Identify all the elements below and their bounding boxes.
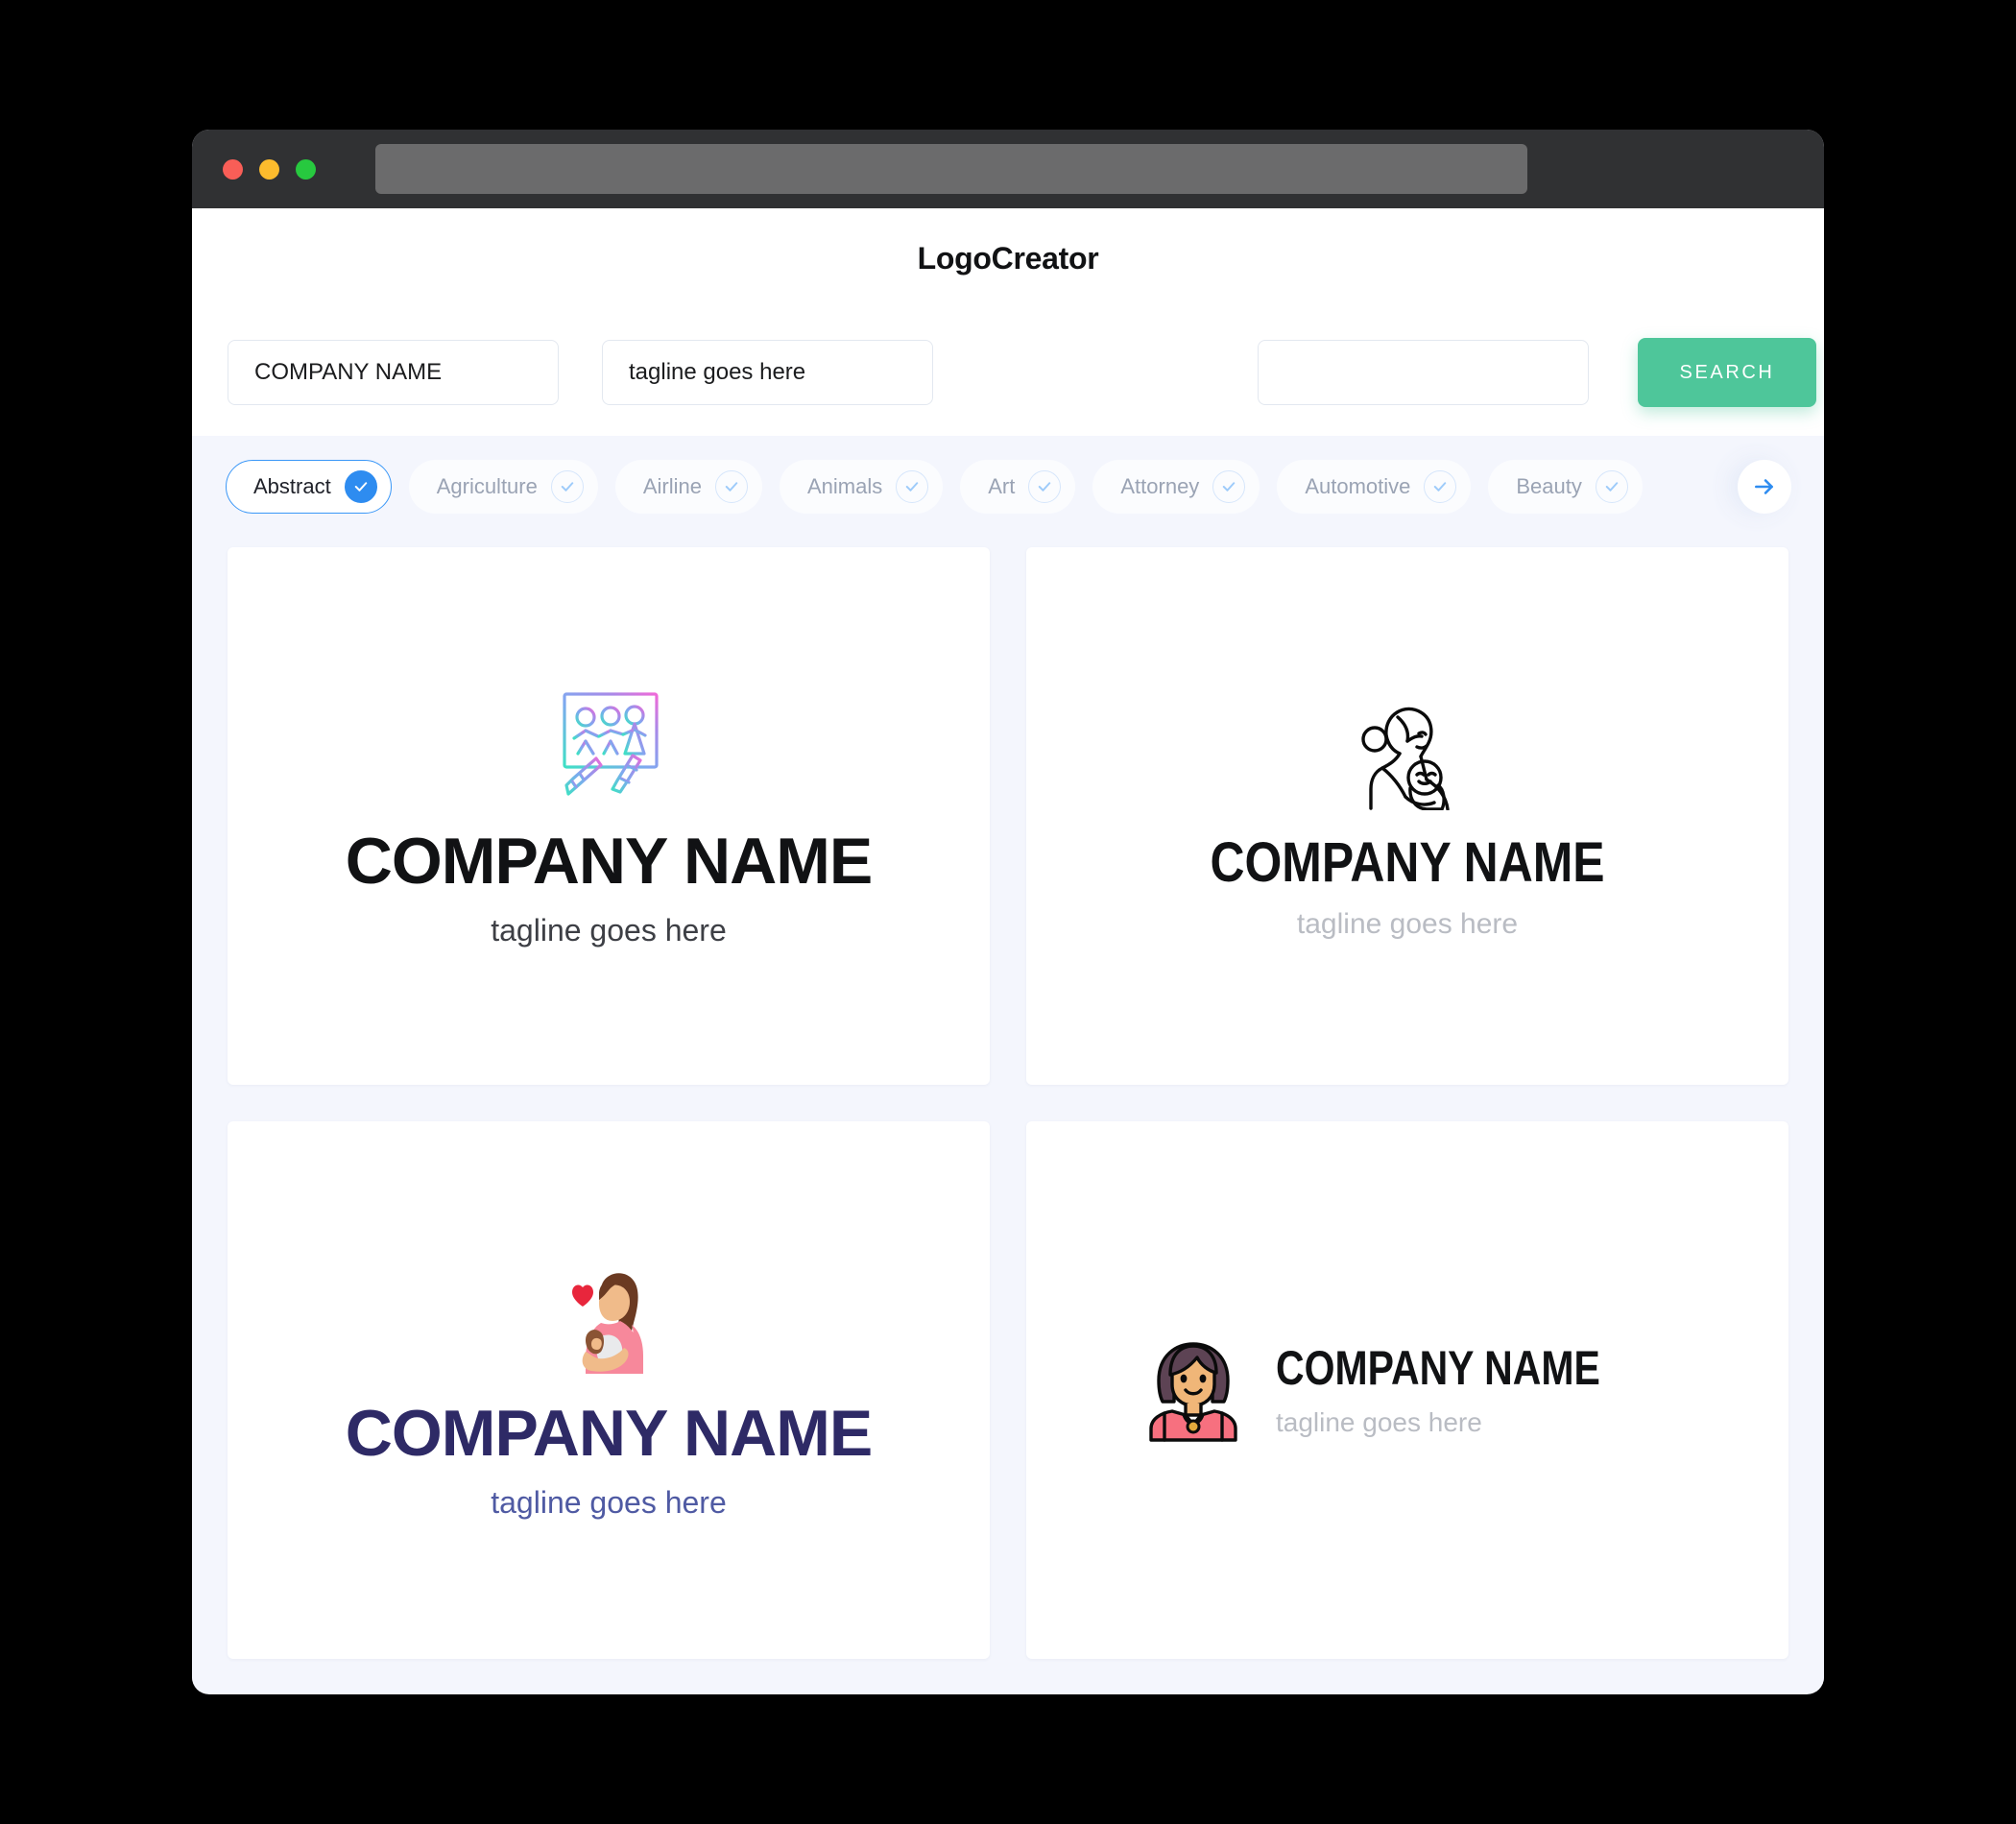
company-name-input[interactable] bbox=[228, 340, 559, 405]
address-bar[interactable] bbox=[375, 144, 1527, 194]
category-chip-automotive[interactable]: Automotive bbox=[1277, 460, 1472, 514]
traffic-light-group bbox=[223, 158, 316, 180]
category-chip-list: Abstract Agriculture Airline Animals Art Atto… bbox=[226, 460, 1660, 514]
arrow-right-icon bbox=[1755, 479, 1773, 494]
check-icon bbox=[1595, 470, 1628, 503]
category-filter-bar: Abstract Agriculture Airline Animals Art Atto… bbox=[192, 436, 1824, 538]
keyword-input[interactable] bbox=[1258, 340, 1589, 405]
tagline-input[interactable] bbox=[602, 340, 933, 405]
check-icon bbox=[1424, 470, 1457, 503]
app-header: LogoCreator bbox=[192, 208, 1824, 309]
woman-avatar-icon bbox=[1149, 1342, 1237, 1442]
category-chip-label: Automotive bbox=[1305, 474, 1411, 498]
browser-window: LogoCreator SEARCH Abstract Agriculture Ai… bbox=[192, 130, 1824, 1694]
logo-results-grid: COMPANY NAME tagline goes here COMPANY N… bbox=[192, 538, 1824, 1692]
logo-company-name: COMPANY NAME bbox=[1275, 1341, 1600, 1395]
category-chip-label: Abstract bbox=[253, 474, 331, 498]
logo-tagline: tagline goes here bbox=[491, 1484, 727, 1520]
check-icon bbox=[1028, 470, 1062, 503]
check-icon bbox=[896, 470, 929, 503]
window-titlebar bbox=[192, 130, 1824, 208]
logo-card[interactable]: COMPANY NAME tagline goes here bbox=[228, 1121, 990, 1659]
category-chip-label: Animals bbox=[807, 474, 883, 498]
minimize-window-button[interactable] bbox=[259, 158, 279, 180]
children-drawing-gradient-icon bbox=[563, 692, 659, 796]
category-chip-beauty[interactable]: Beauty bbox=[1488, 460, 1643, 514]
search-toolbar: SEARCH bbox=[192, 309, 1824, 436]
logo-card[interactable]: COMPANY NAME tagline goes here bbox=[1026, 547, 1788, 1085]
close-window-button[interactable] bbox=[223, 158, 243, 180]
logo-company-name: COMPANY NAME bbox=[345, 825, 873, 898]
logo-card[interactable]: COMPANY NAME tagline goes here bbox=[228, 547, 990, 1085]
check-icon bbox=[550, 470, 584, 503]
mother-holding-baby-heart-icon bbox=[572, 1272, 643, 1374]
logo-company-name: COMPANY NAME bbox=[1210, 831, 1605, 894]
maximize-window-button[interactable] bbox=[296, 158, 316, 180]
logo-company-name: COMPANY NAME bbox=[345, 1396, 873, 1470]
mother-and-baby-lineart-icon bbox=[1361, 707, 1450, 810]
check-icon bbox=[1212, 470, 1246, 503]
check-icon bbox=[344, 470, 377, 503]
category-chip-animals[interactable]: Animals bbox=[780, 460, 944, 514]
category-chip-label: Airline bbox=[642, 474, 702, 498]
category-chip-airline[interactable]: Airline bbox=[614, 460, 762, 514]
category-chip-label: Beauty bbox=[1516, 474, 1582, 498]
category-chip-abstract[interactable]: Abstract bbox=[226, 460, 392, 514]
logo-tagline: tagline goes here bbox=[1296, 908, 1519, 940]
check-icon bbox=[715, 470, 748, 503]
category-chip-art[interactable]: Art bbox=[960, 460, 1076, 514]
search-button[interactable]: SEARCH bbox=[1638, 338, 1816, 407]
logo-card[interactable]: COMPANY NAME tagline goes here bbox=[1026, 1121, 1788, 1659]
category-chip-attorney[interactable]: Attorney bbox=[1092, 460, 1260, 514]
category-chip-label: Agriculture bbox=[436, 474, 538, 498]
category-chip-label: Attorney bbox=[1120, 474, 1200, 498]
page-title: LogoCreator bbox=[917, 241, 1099, 276]
category-chip-label: Art bbox=[988, 474, 1016, 498]
categories-next-button[interactable] bbox=[1738, 460, 1791, 514]
logo-tagline: tagline goes here bbox=[1275, 1407, 1482, 1437]
logo-tagline: tagline goes here bbox=[491, 913, 727, 948]
category-chip-agriculture[interactable]: Agriculture bbox=[408, 460, 598, 514]
